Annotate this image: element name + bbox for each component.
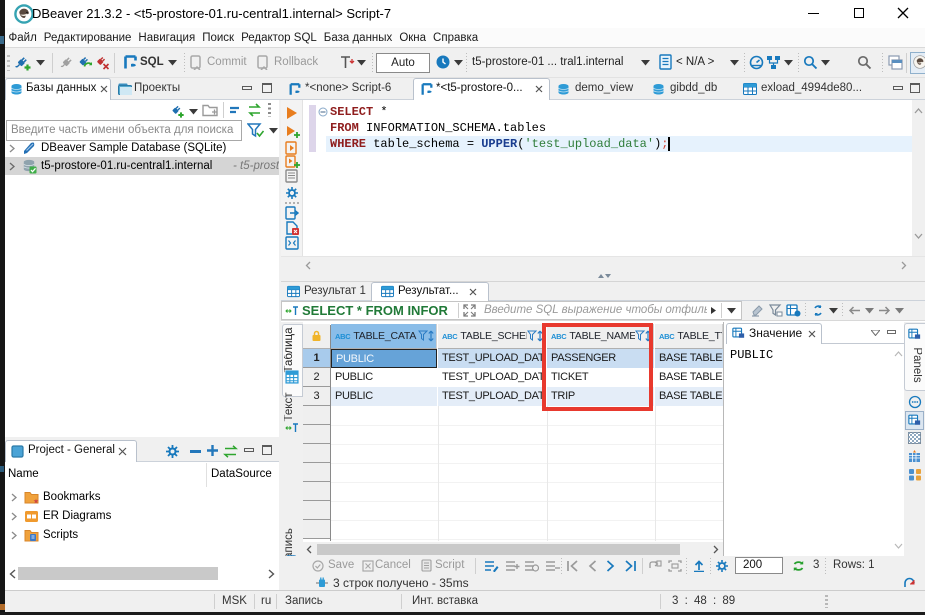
svg-text:Таблица: Таблица	[284, 327, 295, 373]
svg-text:Panels: Panels	[911, 347, 922, 382]
svg-text:Текст: Текст	[284, 392, 295, 422]
